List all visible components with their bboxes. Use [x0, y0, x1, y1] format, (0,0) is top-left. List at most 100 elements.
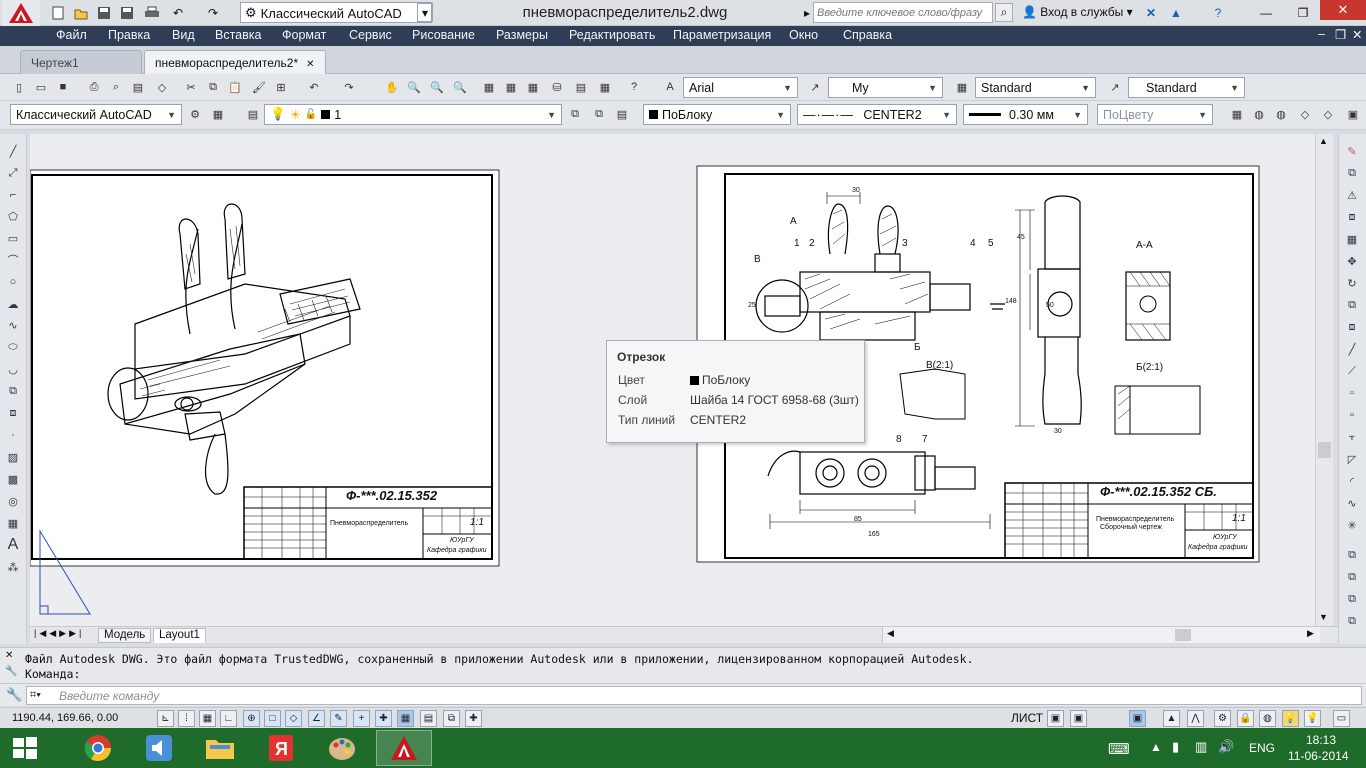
mleaderstyle-icon[interactable]: ↗ [1106, 78, 1124, 96]
saveas-icon[interactable] [117, 3, 137, 22]
publish-icon[interactable]: ▤ [129, 78, 147, 96]
start-button[interactable] [0, 730, 50, 766]
dimstyle-icon[interactable]: ↗ [806, 78, 824, 96]
help-icon[interactable]: ? [1208, 3, 1228, 22]
doc-tab-active[interactable]: пневмораспределитель2* ✕ [144, 50, 326, 74]
polar-icon[interactable]: ⊕ [243, 710, 260, 727]
insert-block-icon[interactable]: ⧉ [4, 382, 22, 400]
menu-help[interactable]: Справка [843, 28, 892, 42]
menu-edit[interactable]: Правка [108, 28, 150, 42]
polyline-icon[interactable]: ⌐ [4, 186, 22, 204]
vertical-scroll-thumb[interactable] [1318, 442, 1331, 458]
text-style-select[interactable]: Arial ▼ [683, 77, 798, 98]
lightbulb-icon[interactable]: 💡 [1304, 710, 1321, 727]
plot-icon[interactable]: ⎙ [85, 78, 103, 96]
gradient-icon[interactable]: ▩ [4, 470, 22, 488]
workspace-dropdown-icon[interactable]: ▾ [417, 3, 433, 22]
isolate-objects-icon[interactable]: 💡 [1282, 710, 1299, 727]
search-icon[interactable]: ⌕ [995, 3, 1013, 22]
move-icon[interactable]: ✥ [1343, 252, 1361, 270]
scroll-left-icon[interactable]: ◀ [887, 628, 894, 639]
doc-tab-drawing1[interactable]: Чертеж1 [20, 50, 142, 74]
menu-format[interactable]: Формат [282, 28, 326, 42]
minimize-icon[interactable]: — [1256, 3, 1276, 22]
mleader-style-select[interactable]: Standard ▼ [1128, 77, 1245, 98]
autocad-app-button[interactable] [2, 0, 40, 26]
quickcalc-icon[interactable]: ▦ [596, 78, 614, 96]
layer-previous-icon[interactable]: ⧉ [590, 105, 608, 123]
blend-icon[interactable]: ∿ [1343, 494, 1361, 512]
save-icon[interactable]: ■ [54, 78, 72, 96]
save-icon[interactable] [94, 3, 114, 22]
paste-icon[interactable]: 📋 [226, 78, 244, 96]
paint-taskbar-button[interactable] [314, 730, 370, 766]
trim-icon[interactable]: ╱ [1343, 340, 1361, 358]
toolpalettes-icon[interactable]: ▦ [524, 78, 542, 96]
keyboard-icon[interactable]: ⌨ [1108, 740, 1130, 758]
view-icon[interactable]: ▦ [1228, 105, 1246, 123]
sheetset-icon[interactable]: ⛁ [548, 78, 566, 96]
quickview-layouts-icon[interactable]: ▣ [1047, 710, 1064, 727]
doc-restore-icon[interactable]: ❐ [1335, 27, 1346, 42]
menu-window[interactable]: Окно [789, 28, 818, 42]
stretch-icon[interactable]: ⧈ [1343, 318, 1361, 336]
clock-time[interactable]: 18:13 [1306, 733, 1336, 747]
annotation-monitor-icon[interactable]: ✚ [465, 710, 482, 727]
autodesk360-icon[interactable]: ▲ [1166, 3, 1186, 22]
horizontal-scrollbar[interactable]: ◀ ▶ [882, 627, 1320, 643]
annotation-visibility-icon[interactable]: ⋀ [1187, 710, 1204, 727]
blockeditor-icon[interactable]: ⊞ [272, 78, 290, 96]
render-icon[interactable]: ◇ [1319, 105, 1337, 123]
scroll-right-icon[interactable]: ▶ [1307, 628, 1314, 639]
3dprint-icon[interactable]: ◇ [153, 78, 171, 96]
break-icon[interactable]: ▫ [1343, 406, 1361, 424]
chamfer-icon[interactable]: ◸ [1343, 450, 1361, 468]
otrack-icon[interactable]: ∠ [308, 710, 325, 727]
make-block-icon[interactable]: ⧈ [4, 404, 22, 422]
color-select[interactable]: ПоБлоку ▼ [643, 104, 791, 125]
visual-style-icon[interactable]: ◍ [1272, 105, 1290, 123]
help-icon[interactable]: ? [625, 78, 643, 96]
infer-constraints-icon[interactable]: ⊾ [157, 710, 174, 727]
customize-icon[interactable]: 🔧 [5, 666, 17, 677]
yandex-taskbar-button[interactable]: Я [253, 730, 309, 766]
quickprops-icon[interactable]: ▤ [420, 710, 437, 727]
cut-icon[interactable]: ✂ [182, 78, 200, 96]
hatch-icon[interactable]: ▨ [4, 448, 22, 466]
explorer-taskbar-button[interactable] [192, 730, 248, 766]
zoom-window-icon[interactable]: 🔍 [428, 78, 446, 96]
break-point-icon[interactable]: ▫ [1343, 384, 1361, 402]
explode-icon[interactable]: ✳ [1343, 516, 1361, 534]
offset-icon[interactable]: ⧈ [1343, 208, 1361, 226]
measure-icon[interactable]: ◇ [1296, 105, 1314, 123]
circle-icon[interactable]: ○ [4, 273, 22, 291]
lineweight-select[interactable]: 0.30 мм ▼ [963, 104, 1088, 125]
command-prompt-icon[interactable]: ⌗▾ [30, 689, 41, 702]
preview-icon[interactable]: ⌕ [107, 78, 125, 96]
mirror-icon[interactable]: ⚠ [1343, 186, 1361, 204]
open-icon[interactable] [71, 3, 91, 22]
menu-file[interactable]: Файл [56, 28, 87, 42]
line-icon[interactable]: ╱ [4, 142, 22, 160]
copy-icon[interactable]: ⧉ [204, 78, 222, 96]
designcenter-icon[interactable]: ▦ [502, 78, 520, 96]
properties-icon[interactable]: ▦ [480, 78, 498, 96]
pan-icon[interactable]: ✋ [383, 78, 401, 96]
redo-icon[interactable]: ↷ [203, 3, 223, 22]
zoom-realtime-icon[interactable]: 🔍 [405, 78, 423, 96]
clock-date[interactable]: 11-06-2014 [1288, 749, 1349, 763]
draworder3-icon[interactable]: ⧉ [1343, 590, 1361, 608]
menu-dimension[interactable]: Размеры [496, 28, 548, 42]
lineweight-toggle-icon[interactable]: ✚ [375, 710, 392, 727]
ellipse-icon[interactable]: ⬭ [4, 338, 22, 356]
layer-state-icon[interactable]: ▤ [613, 105, 631, 123]
doc-minimize-icon[interactable]: – [1318, 27, 1325, 41]
wrench-icon[interactable]: 🔧 [6, 687, 22, 703]
polygon-icon[interactable]: ⬠ [4, 207, 22, 225]
power-icon[interactable]: ▮ [1172, 739, 1179, 755]
arc-icon[interactable]: ⌒ [4, 251, 22, 269]
fillet-icon[interactable]: ◜ [1343, 472, 1361, 490]
command-input[interactable]: Введите команду [26, 686, 1362, 705]
selection-cycling-icon[interactable]: ⧉ [443, 710, 460, 727]
addselected-icon[interactable]: ⁂ [4, 558, 22, 576]
